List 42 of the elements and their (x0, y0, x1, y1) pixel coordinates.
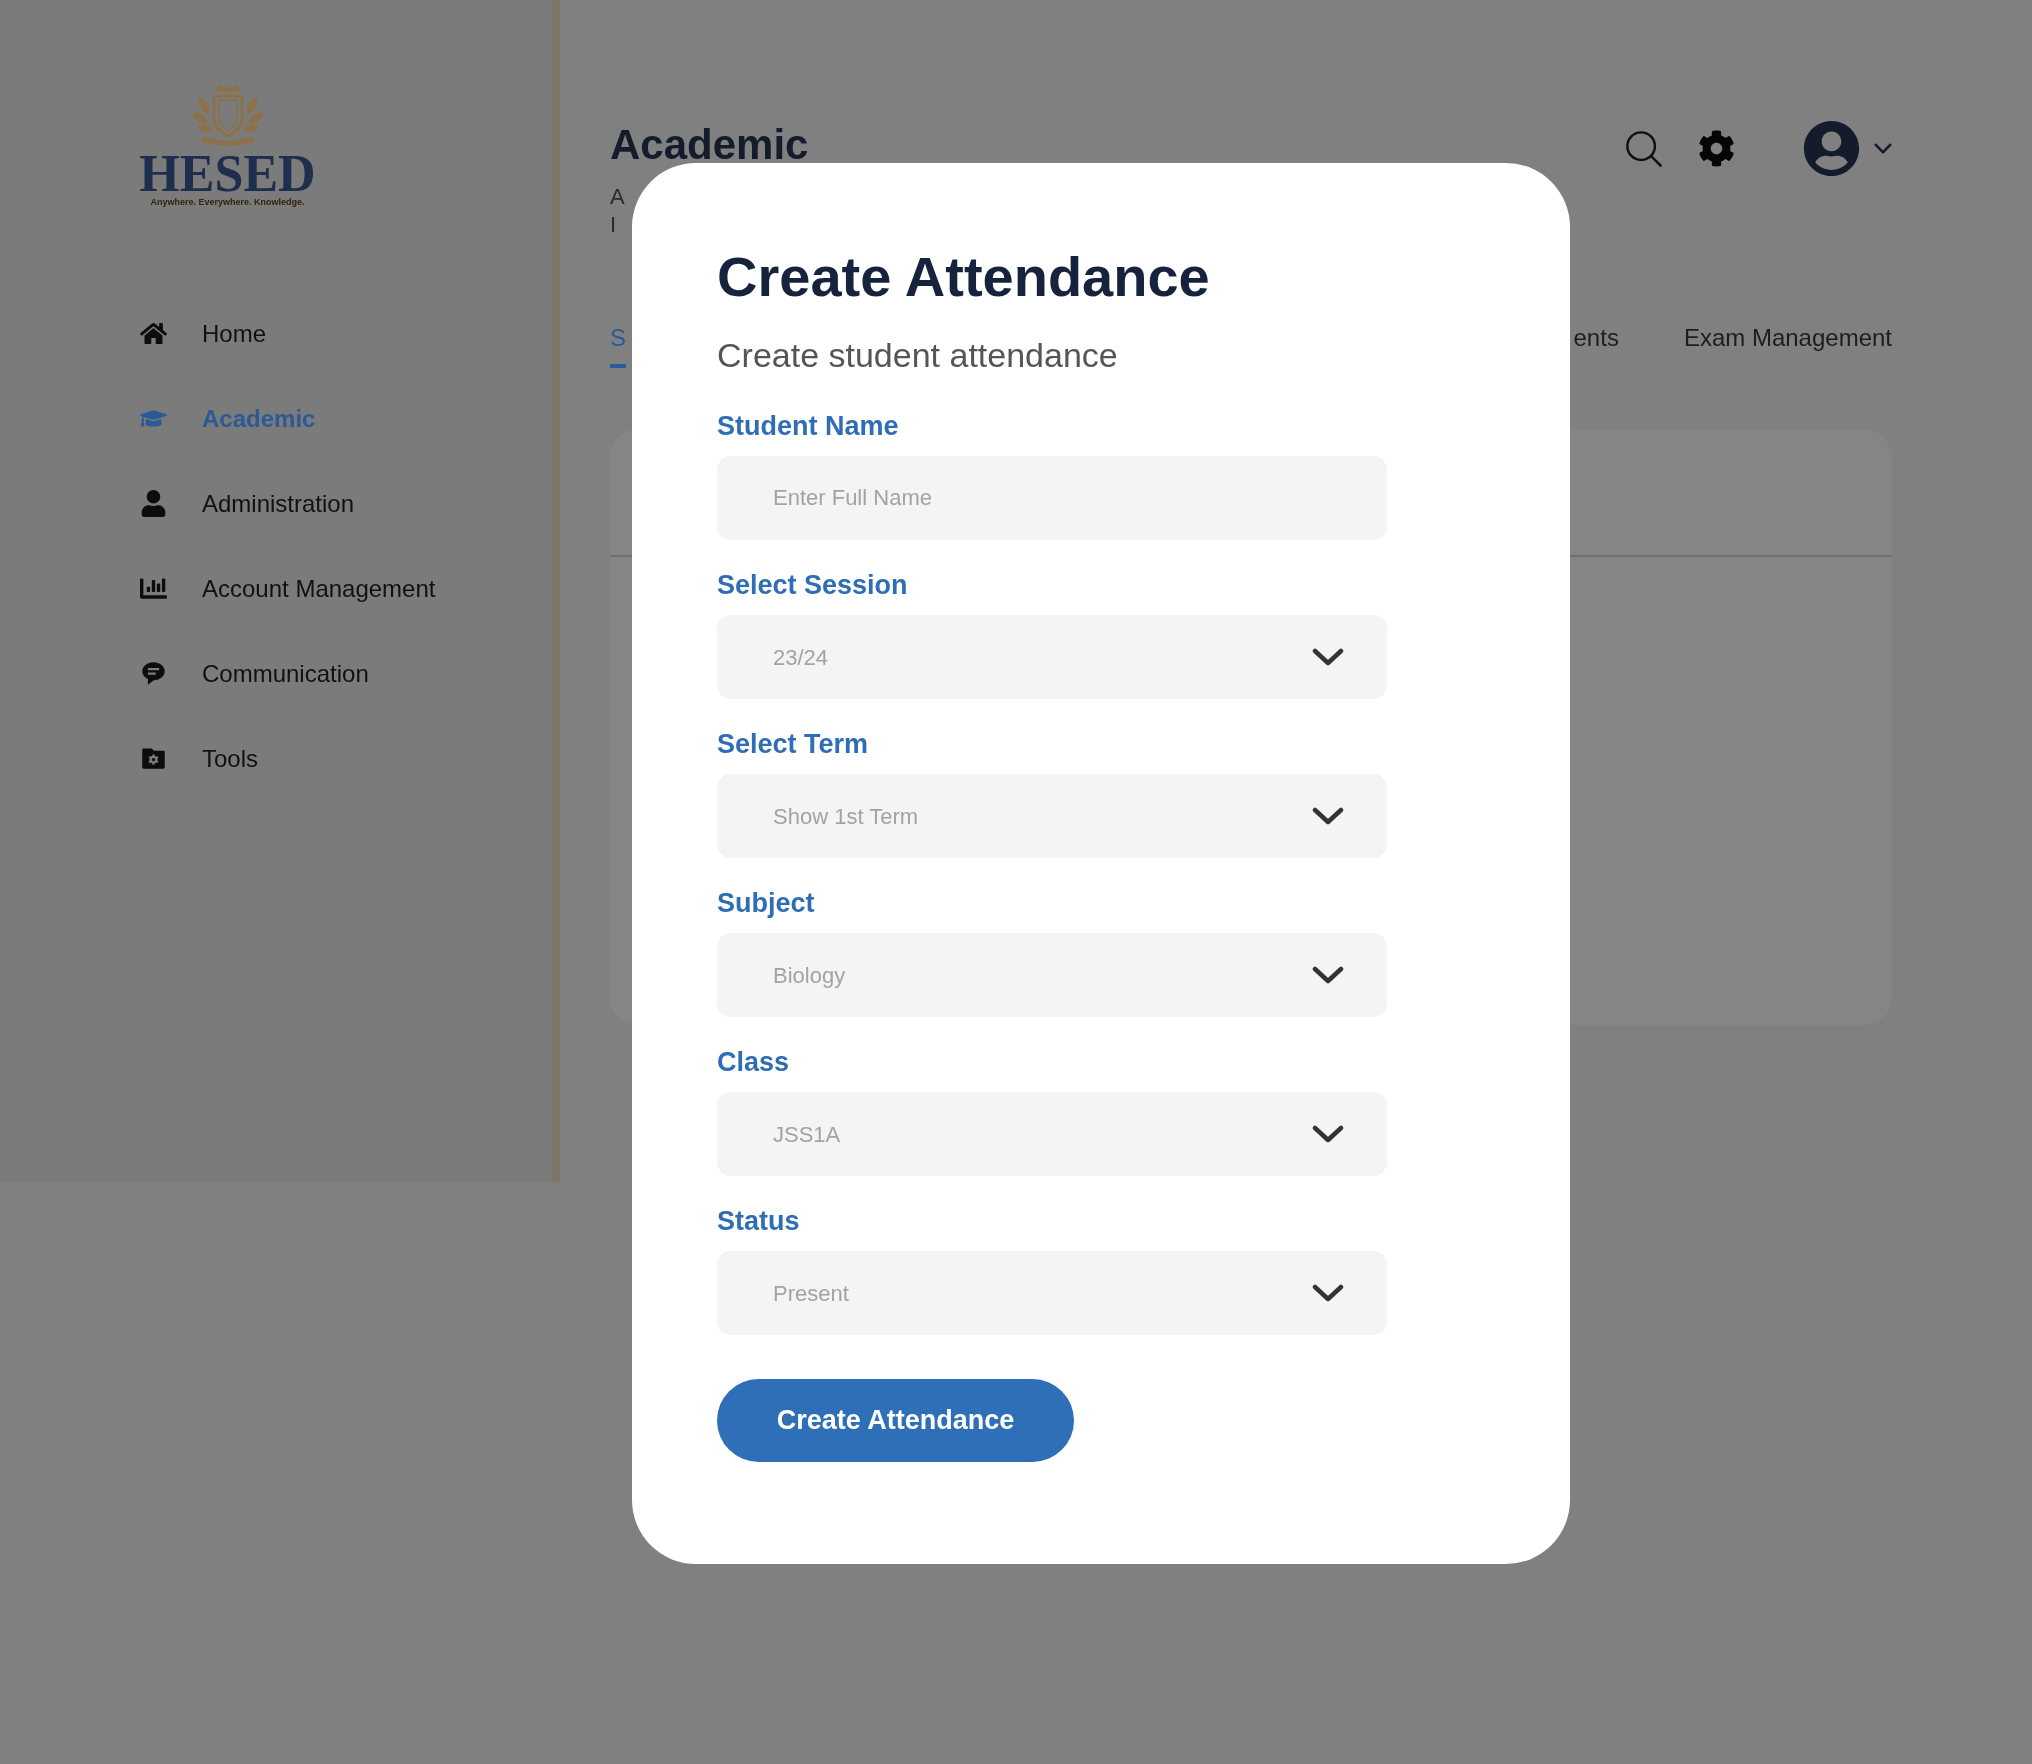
field-label: Class (717, 1046, 790, 1079)
tab[interactable]: Exam Management (1683, 323, 1892, 368)
modal-title: Create Attendance (717, 244, 1210, 310)
field-label: Status (717, 1205, 800, 1238)
sidebar-item[interactable]: Communication (140, 631, 369, 716)
field-label: Student Name (717, 410, 899, 443)
field-label: Select Term (717, 728, 869, 761)
brand-tagline: Anywhere. Everywhere. Knowledge. (150, 197, 305, 208)
sidebar-item[interactable]: Tools (140, 716, 259, 801)
modal-subtitle: Create student attendance (717, 335, 1118, 376)
dropdown-select[interactable]: Biology (717, 933, 1387, 1017)
bar-chart-icon (140, 575, 167, 602)
description-text: I (610, 211, 617, 239)
dropdown-select[interactable]: JSS1A (717, 1092, 1387, 1176)
chat-bubble-icon (140, 660, 167, 687)
tab[interactable]: ents (1573, 323, 1619, 368)
sidebar-item[interactable]: Home (140, 291, 267, 376)
dropdown-select[interactable]: 23/24 (717, 615, 1387, 699)
dropdown-select[interactable]: Present (717, 1251, 1387, 1335)
crest-icon (191, 84, 264, 149)
chevron-down-icon (1874, 143, 1892, 154)
description-text: A (610, 183, 625, 211)
person-icon (140, 490, 167, 517)
submit-button[interactable]: Create Attendance (717, 1379, 1074, 1462)
settings-icon[interactable] (1698, 130, 1735, 167)
chevron-down-icon (1312, 966, 1344, 984)
folder-gear-icon (140, 745, 167, 772)
text-input-field[interactable]: Enter Full Name (717, 456, 1387, 540)
field-label: Select Session (717, 569, 908, 602)
dropdown-select[interactable]: Show 1st Term (717, 774, 1387, 858)
chevron-down-icon (1312, 1284, 1344, 1302)
page-title: Academic (610, 120, 809, 170)
sidebar-item[interactable]: Administration (140, 461, 355, 546)
chevron-down-icon (1312, 807, 1344, 825)
home-icon (140, 320, 167, 347)
search-icon[interactable] (1625, 129, 1663, 168)
brand-name: HESED (139, 151, 316, 197)
chevron-down-icon (1312, 1125, 1344, 1143)
sidebar-item[interactable]: Account Management (140, 546, 436, 631)
field-label: Subject (717, 887, 815, 920)
avatar-icon[interactable] (1803, 120, 1860, 177)
chevron-down-icon (1312, 648, 1344, 666)
